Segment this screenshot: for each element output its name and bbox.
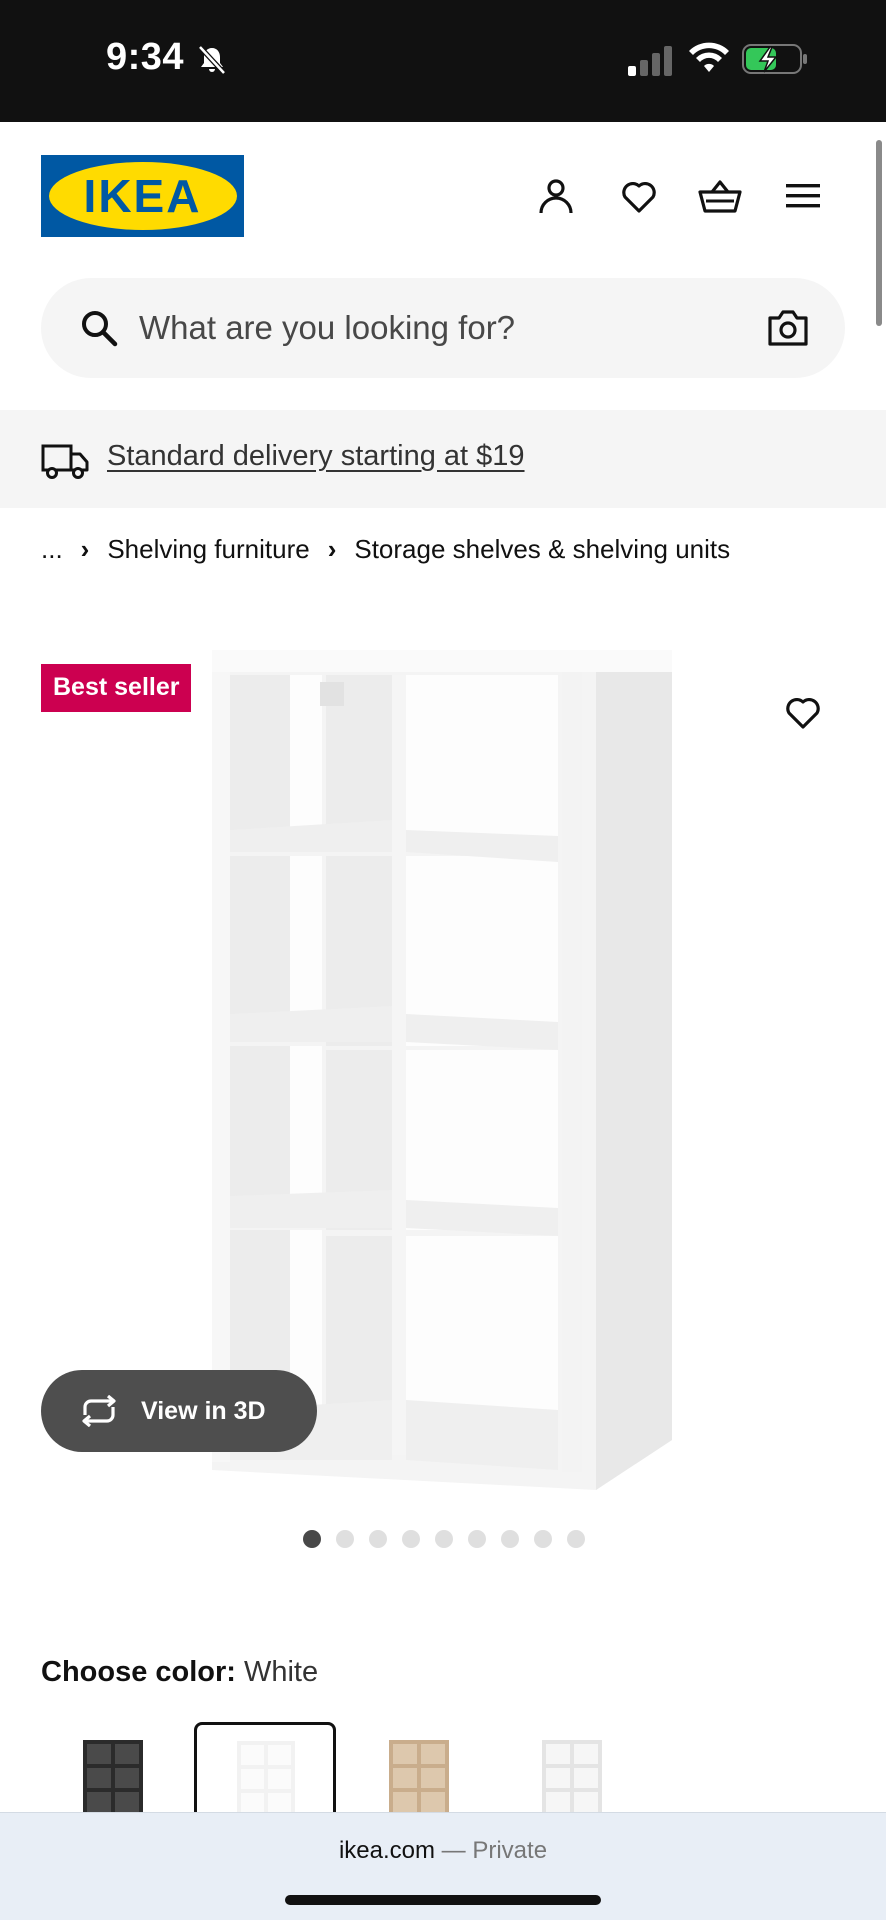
product-gallery[interactable]: Best seller View in 3D (0, 620, 886, 1500)
swatch-white[interactable] (194, 1722, 336, 1812)
url-domain: ikea.com (338, 1837, 435, 1864)
view-in-3d-button[interactable]: View in 3D (41, 1370, 317, 1452)
battery-charging-icon (742, 44, 807, 74)
private-mode-label: — Private (441, 1837, 548, 1864)
breadcrumb-storage-shelves[interactable]: Storage shelves & shelving units (354, 534, 730, 565)
delivery-link[interactable]: Standard delivery starting at $19 (107, 440, 525, 473)
carousel-dot[interactable] (567, 1530, 585, 1548)
wifi-icon (689, 42, 729, 72)
chevron-right-icon: › (327, 534, 337, 564)
basket-icon[interactable] (697, 173, 743, 219)
ikea-logo[interactable]: IKEA (41, 155, 244, 237)
carousel-dot[interactable] (534, 1530, 552, 1548)
view-in-3d-label: View in 3D (141, 1396, 266, 1425)
rotate-3d-icon (82, 1395, 116, 1427)
carousel-dot[interactable] (402, 1530, 420, 1548)
site-header: IKEA (0, 122, 886, 410)
swatch-black-brown[interactable] (41, 1722, 183, 1812)
carousel-dot[interactable] (501, 1530, 519, 1548)
browser-address-bar[interactable]: ikea.com — Private (0, 1812, 886, 1920)
color-chooser-heading: Choose color: White (41, 1656, 318, 1689)
color-swatches (41, 1722, 886, 1812)
carousel-dot[interactable] (336, 1530, 354, 1548)
status-time: 9:34 (106, 36, 185, 78)
delivery-banner: Standard delivery starting at $19 (0, 410, 886, 508)
carousel-dot[interactable] (369, 1530, 387, 1548)
carousel-dot[interactable] (468, 1530, 486, 1548)
profile-icon[interactable] (533, 173, 579, 219)
best-seller-badge: Best seller (41, 664, 192, 712)
color-chooser-label: Choose color: (41, 1656, 236, 1688)
swatch-white-gray[interactable] (500, 1722, 642, 1812)
breadcrumb-ellipsis[interactable]: ... (41, 534, 63, 565)
chevron-right-icon: › (80, 534, 90, 564)
status-bar: 9:34 (0, 0, 886, 122)
logo-oval: IKEA (48, 162, 237, 230)
add-to-favorites-button[interactable] (764, 673, 842, 751)
search-bar[interactable] (41, 278, 845, 378)
breadcrumb-shelving-furniture[interactable]: Shelving furniture (107, 534, 309, 565)
camera-search-icon[interactable] (767, 308, 809, 348)
page-scrollbar[interactable] (876, 140, 882, 326)
breadcrumb: ... › Shelving furniture › Storage shelv… (41, 534, 730, 565)
carousel-dot[interactable] (435, 1530, 453, 1548)
heart-icon (786, 697, 820, 729)
carousel-dot[interactable] (303, 1530, 321, 1548)
search-icon (82, 311, 118, 347)
cellular-signal-icon (628, 46, 672, 76)
carousel-dots (303, 1530, 585, 1548)
selected-color-value: White (243, 1656, 319, 1688)
search-input[interactable] (139, 304, 719, 352)
logo-text: IKEA (83, 170, 202, 222)
home-indicator[interactable] (285, 1895, 601, 1905)
hamburger-menu-icon[interactable] (780, 173, 826, 219)
truck-icon (41, 444, 89, 479)
bell-slash-icon (198, 45, 226, 75)
swatch-white-stained-oak[interactable] (347, 1722, 489, 1812)
url-display[interactable]: ikea.com — Private (0, 1837, 886, 1865)
heart-icon[interactable] (616, 173, 662, 219)
